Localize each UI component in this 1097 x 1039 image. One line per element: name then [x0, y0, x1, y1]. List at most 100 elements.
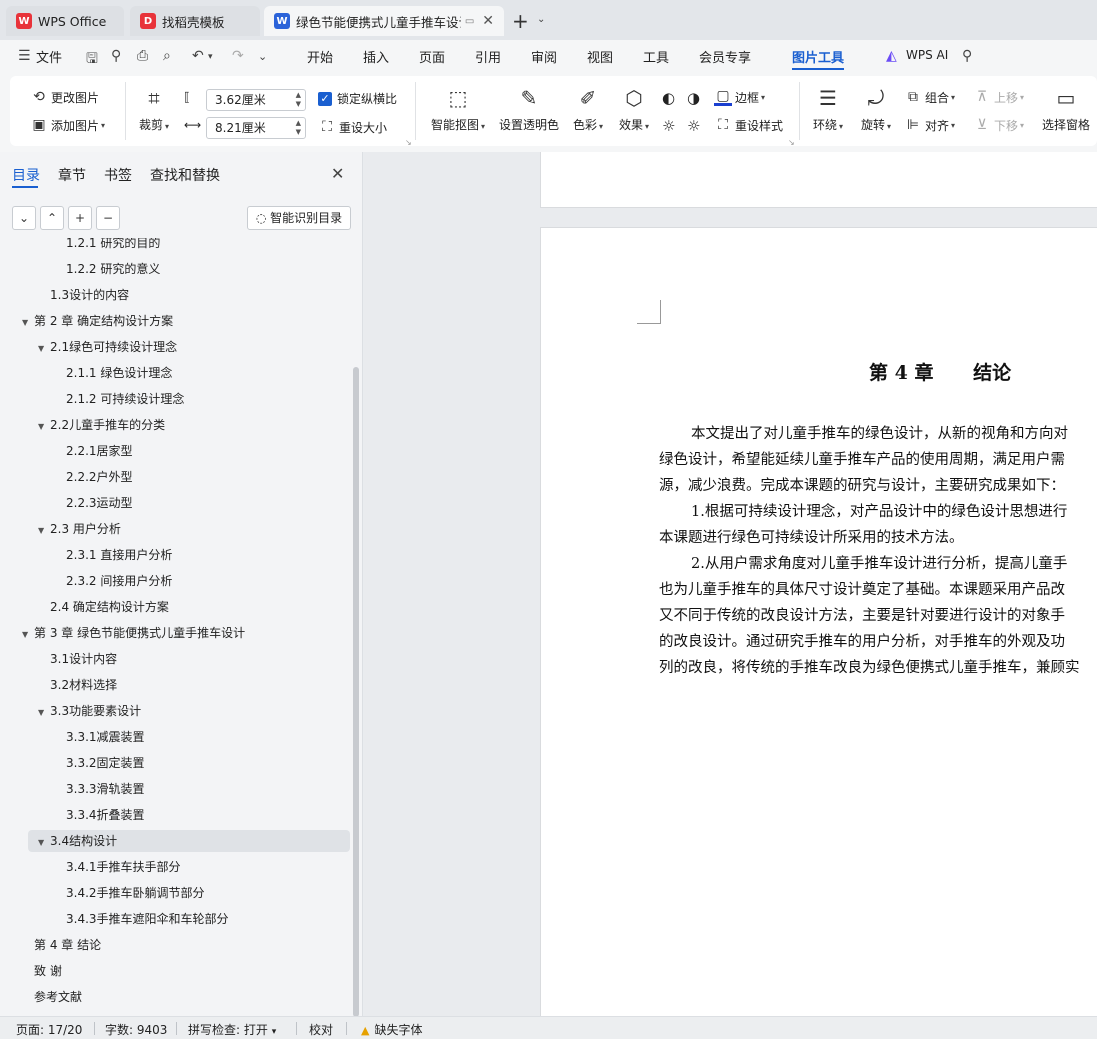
toc-item[interactable]: 3.3.1减震装置 [54, 726, 145, 748]
paragraph-line[interactable]: 2.从用户需求角度对儿童手推车设计进行分析，提高儿童手 [691, 552, 1067, 573]
chevron-down-icon[interactable]: ⌄ [537, 14, 545, 25]
toc-item[interactable]: ▼ 2.2儿童手推车的分类 [38, 414, 165, 436]
toc-item[interactable]: 1.2.1 研究的目的 [54, 238, 160, 254]
toc-item[interactable]: 3.3.2固定装置 [54, 752, 145, 774]
menu-member[interactable]: 会员专享 [699, 47, 751, 66]
menu-review[interactable]: 审阅 [531, 47, 557, 66]
menu-tools[interactable]: 工具 [643, 47, 669, 66]
toc-item[interactable]: ▼ 第 3 章 绿色节能便携式儿童手推车设计 [22, 622, 245, 644]
toc-item[interactable]: 2.2.3运动型 [54, 492, 133, 514]
spell-check[interactable]: 拼写检查: 打开 ▾ [188, 1021, 276, 1038]
add-heading-button[interactable]: + [68, 206, 92, 230]
paragraph-line[interactable]: 1.根据可持续设计理念，对产品设计中的绿色设计思想进行 [691, 500, 1067, 521]
reset-size-button[interactable]: ⛶ 重设大小 [318, 118, 387, 136]
menu-wps-ai[interactable]: WPS AI [906, 48, 948, 62]
toc-item[interactable]: 3.2材料选择 [38, 674, 117, 696]
dialog-launcher-icon[interactable]: ↘ [405, 138, 412, 147]
menu-view[interactable]: 视图 [587, 47, 613, 66]
lock-ratio-checkbox[interactable]: ✓ 锁定纵横比 [318, 90, 397, 107]
reset-style-button[interactable]: ⛶ 重设样式 [714, 116, 783, 134]
dialog-launcher-icon[interactable]: ↘ [788, 138, 795, 147]
smart-toc-button[interactable]: ◌ 智能识别目录 [247, 206, 351, 230]
add-image-button[interactable]: ▣ 添加图片 ▾ [30, 116, 105, 134]
paragraph-line[interactable]: 也为儿童手推车的具体尺寸设计奠定了基础。本课题采用产品改 [659, 578, 1065, 599]
close-icon[interactable]: ✕ [331, 164, 344, 183]
share-icon[interactable]: ⚲ [111, 48, 121, 64]
redo-icon[interactable]: ↷ [232, 48, 244, 64]
expand-up-button[interactable]: ⌃ [40, 206, 64, 230]
color-button[interactable]: ✐ 色彩 ▾ [570, 86, 606, 133]
expand-triangle-icon[interactable]: ▼ [22, 312, 34, 334]
menu-insert[interactable]: 插入 [363, 47, 389, 66]
hamburger-icon[interactable]: ☰ [18, 48, 31, 64]
tab-docer[interactable]: D 找稻壳模板 [130, 6, 260, 36]
menu-references[interactable]: 引用 [475, 47, 501, 66]
toc-item[interactable]: ▼ 3.4结构设计 [28, 830, 350, 852]
rotate-button[interactable]: ⤾ 旋转 ▾ [856, 86, 896, 133]
toc-item[interactable]: 参考文献 [22, 986, 82, 1008]
page-indicator[interactable]: 页面: 17/20 [16, 1021, 82, 1038]
brightness-up-icon[interactable]: ◐ [662, 89, 675, 107]
tab-toc[interactable]: 目录 [12, 165, 40, 185]
group-button[interactable]: ⧉ 组合 ▾ [904, 88, 955, 106]
tab-chapters[interactable]: 章节 [58, 165, 86, 185]
spinner-icon[interactable]: ▲ ▼ [296, 91, 301, 109]
remove-heading-button[interactable]: − [96, 206, 120, 230]
wrap-button[interactable]: ☰ 环绕 ▾ [808, 86, 848, 133]
print-icon[interactable]: ⎙ [137, 48, 148, 64]
tab-bookmarks[interactable]: 书签 [104, 165, 132, 185]
toc-item[interactable]: 致 谢 [22, 960, 62, 982]
toc-item[interactable]: 第 4 章 结论 [22, 934, 101, 956]
chevron-down-icon[interactable]: ▾ [208, 52, 213, 62]
border-button[interactable]: ▢ 边框 ▾ [714, 88, 765, 106]
expand-triangle-icon[interactable]: ▼ [38, 416, 50, 438]
paragraph-line[interactable]: 的改良设计。通过研究手推车的用户分析，对手推车的外观及功 [659, 630, 1065, 651]
align-button[interactable]: ⊫ 对齐 ▾ [904, 116, 955, 134]
expand-triangle-icon[interactable]: ▼ [38, 338, 50, 360]
toc-item[interactable]: 2.3.2 间接用户分析 [54, 570, 172, 592]
close-icon[interactable]: ✕ [482, 13, 494, 29]
height-input[interactable]: 3.62厘米 ▲ ▼ [206, 89, 306, 111]
contrast-up-icon[interactable]: ◑ [687, 89, 700, 107]
paragraph-line[interactable]: 本文提出了对儿童手推车的绿色设计，从新的视角和方向对 [691, 422, 1068, 443]
expand-triangle-icon[interactable]: ▼ [38, 520, 50, 542]
toc-item[interactable]: ▼ 3.3功能要素设计 [38, 700, 141, 722]
menu-home[interactable]: 开始 [307, 47, 333, 66]
effects-button[interactable]: ⬡ 效果 ▾ [616, 86, 652, 133]
toc-item[interactable]: 3.3.3滑轨装置 [54, 778, 145, 800]
toc-item[interactable]: 2.4 确定结构设计方案 [38, 596, 169, 618]
page-current[interactable]: 第 4 章 结论 本文提出了对儿童手推车的绿色设计，从新的视角和方向对绿色设计，… [540, 227, 1097, 1016]
menu-page[interactable]: 页面 [419, 47, 445, 66]
chapter-heading[interactable]: 第 4 章 结论 [869, 358, 1011, 385]
move-down-button[interactable]: ⊻ 下移 ▾ [973, 116, 1024, 134]
collapse-button[interactable]: ⌄ [12, 206, 36, 230]
toc-item[interactable]: 3.4.1手推车扶手部分 [54, 856, 181, 878]
word-count[interactable]: 字数: 9403 [105, 1021, 167, 1038]
print-preview-icon[interactable]: ⌕ [163, 48, 171, 64]
toc-item[interactable]: 3.4.3手推车遮阳伞和车轮部分 [54, 908, 229, 930]
toc-item[interactable]: 1.3设计的内容 [38, 284, 129, 306]
paragraph-line[interactable]: 列的改良，将传统的手推车改良为绿色便携式儿童手推车，兼顾实 [659, 656, 1080, 677]
paragraph-line[interactable]: 绿色设计，希望能延续儿童手推车产品的使用周期，满足用户需 [659, 448, 1065, 469]
toc-item[interactable]: 2.2.2户外型 [54, 466, 133, 488]
document-area[interactable]: 第 4 章 结论 本文提出了对儿童手推车的绿色设计，从新的视角和方向对绿色设计，… [364, 152, 1097, 1016]
toc-item[interactable]: 2.1.1 绿色设计理念 [54, 362, 172, 384]
toc-item[interactable]: 3.4.2手推车卧躺调节部分 [54, 882, 205, 904]
search-icon[interactable]: ⚲ [962, 48, 972, 64]
paragraph-line[interactable]: 又不同于传统的改良设计方法，主要是针对要进行设计的对象手 [659, 604, 1065, 625]
toc-item[interactable]: 2.2.1居家型 [54, 440, 133, 462]
new-tab-plus-icon[interactable]: + [512, 9, 529, 33]
brightness-down-icon[interactable]: ☼ [662, 117, 675, 135]
tab-wps-office[interactable]: W WPS Office [6, 6, 124, 36]
width-input[interactable]: 8.21厘米 ▲ ▼ [206, 117, 306, 139]
crop-button[interactable]: ⌗ 裁剪 ▾ [136, 86, 172, 133]
undo-icon[interactable]: ↶ [192, 48, 204, 64]
contrast-down-icon[interactable]: ☼ [687, 117, 700, 135]
menu-picture-tools[interactable]: 图片工具 [792, 47, 844, 66]
expand-triangle-icon[interactable]: ▼ [22, 624, 34, 646]
toc-item[interactable]: ▼ 第 2 章 确定结构设计方案 [22, 310, 173, 332]
tab-find-replace[interactable]: 查找和替换 [150, 165, 220, 185]
paragraph-line[interactable]: 源，减少浪费。完成本课题的研究与设计，主要研究成果如下： [659, 474, 1065, 495]
menu-file[interactable]: 文件 [36, 47, 62, 66]
toc-item[interactable]: 2.1.2 可持续设计理念 [54, 388, 184, 410]
